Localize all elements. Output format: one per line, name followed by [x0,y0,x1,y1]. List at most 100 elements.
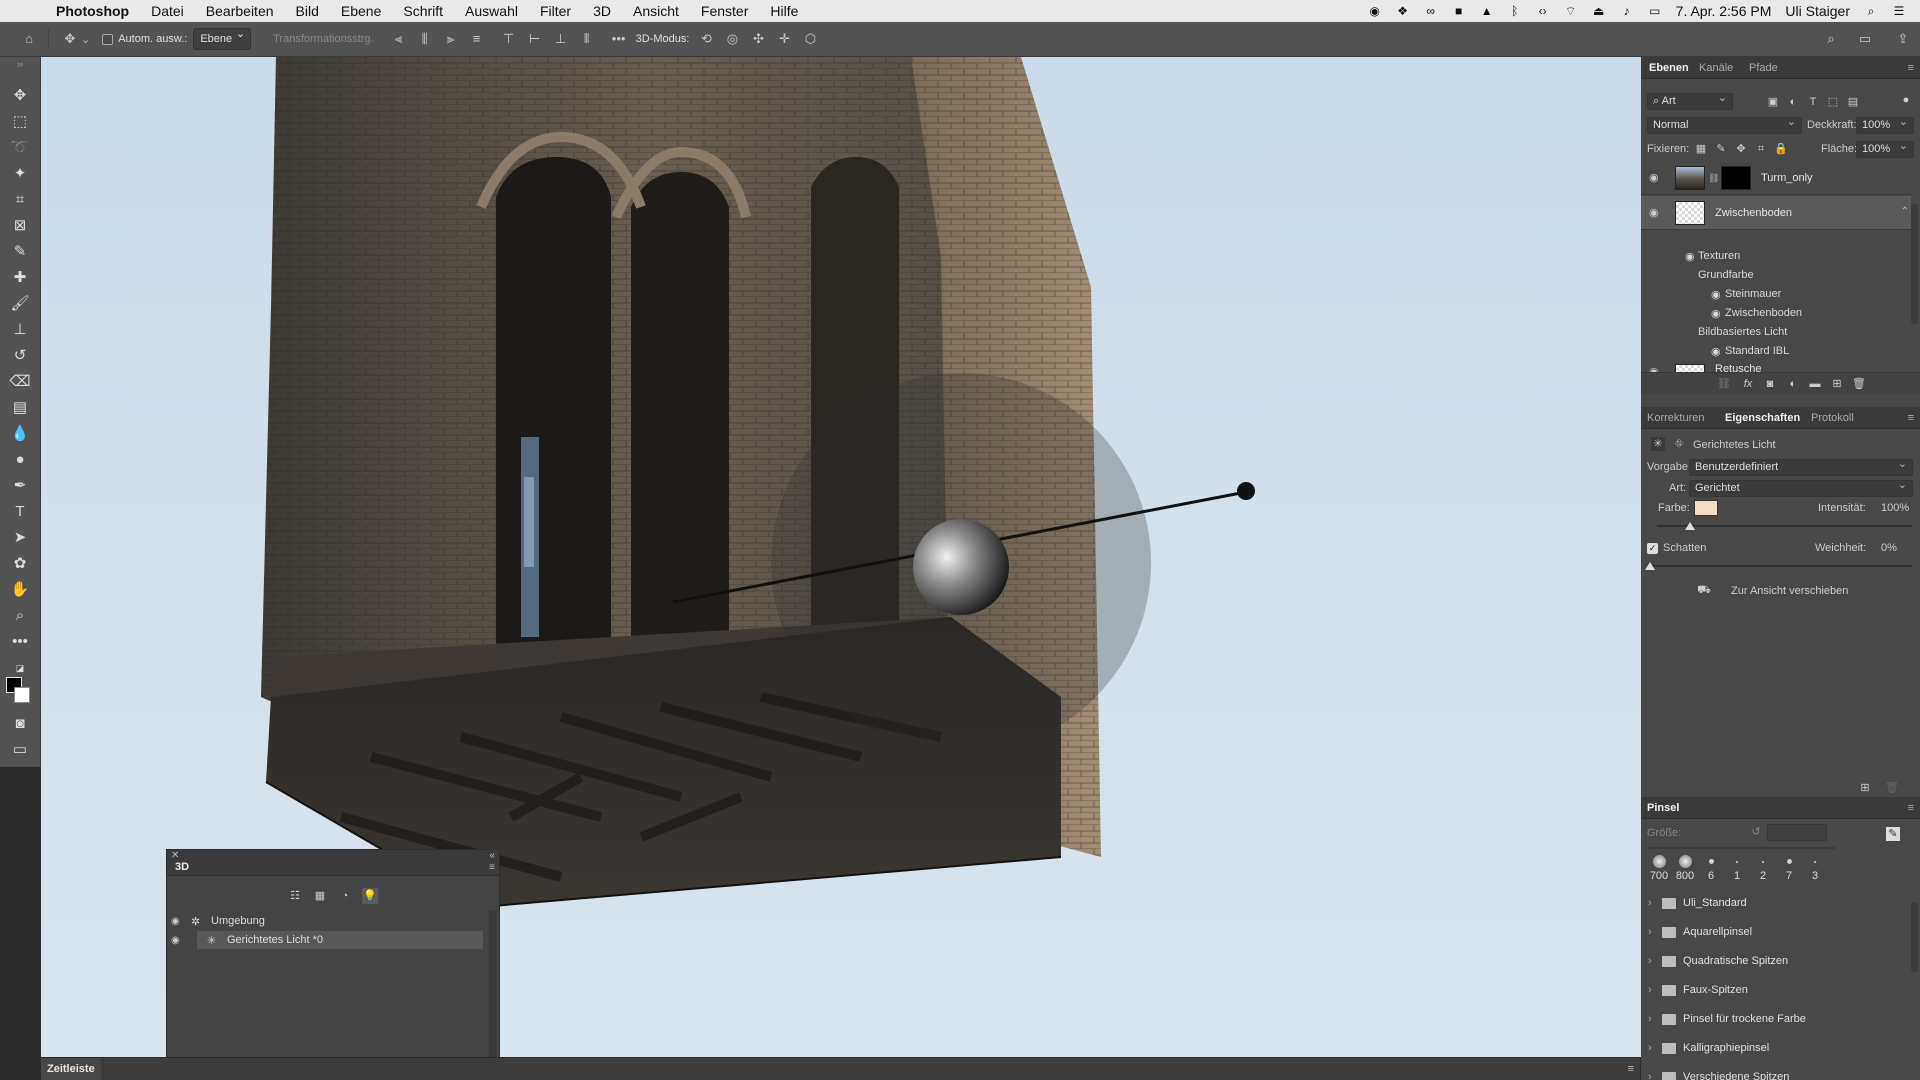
filter-pixel-icon[interactable]: ▣ [1766,95,1780,109]
distribute-icon[interactable]: ≡ [468,30,486,48]
chevron-right-icon[interactable]: › [1648,984,1652,996]
zoom-tool-icon[interactable]: ⌕ [8,605,32,627]
3d-item-environment[interactable]: ◉ ✲ Umgebung [167,912,485,930]
dodge-tool-icon[interactable]: ● [8,449,32,471]
brush-folder[interactable]: › Quadratische Spitzen [1641,951,1911,973]
visibility-eye-icon[interactable]: ◉ [1711,307,1721,320]
marquee-tool-icon[interactable]: ⬚ [8,111,32,133]
intensity-slider-track[interactable] [1657,525,1912,527]
type-dropdown[interactable]: Gerichtet [1689,478,1913,497]
wifi-icon[interactable]: ⌔ [1564,4,1578,18]
layer-row[interactable]: ◉ ⛓ Turm_only [1641,161,1911,195]
app-badge-icon[interactable]: ■ [1452,4,1466,18]
auto-select-dropdown[interactable]: Ebene [193,27,252,50]
panel-menu-icon[interactable]: ≡ [1908,62,1914,74]
lock-position-icon[interactable]: ✥ [1734,142,1748,156]
gradient-tool-icon[interactable]: ▤ [8,397,32,419]
filter-adjustment-icon[interactable]: ◐ [1786,95,1800,109]
tab-paths[interactable]: Pfade [1749,62,1778,74]
chevron-right-icon[interactable]: › [1648,897,1652,909]
pen-tool-icon[interactable]: ✒ [8,475,32,497]
new-group-icon[interactable]: ▬ [1808,377,1822,391]
move-tool-icon[interactable]: ✥ [8,85,32,107]
workspace-icon[interactable]: ▭ [1856,30,1874,48]
brush-preset[interactable]: 1 [1725,855,1749,882]
sublayer-textures[interactable]: Texturen [1698,250,1740,262]
3d-item-directional-light[interactable]: ◉ ✳ Gerichtetes Licht *0 [167,931,483,949]
3d-orbit-icon[interactable]: ⟲ [697,30,715,48]
add-mask-icon[interactable]: ◙ [1763,377,1777,391]
3d-pan-icon[interactable]: ✣ [749,30,767,48]
magic-wand-icon[interactable]: ✦ [8,163,32,185]
auto-select-checkbox[interactable]: Autom. ausw.: [102,28,187,50]
menu-window[interactable]: Fenster [701,3,748,19]
menu-file[interactable]: Datei [151,3,184,19]
lock-artboard-icon[interactable]: ⌗ [1754,142,1768,156]
default-colors-icon[interactable]: ◪ [8,657,32,679]
align-left-icon[interactable]: ⫷ [390,30,408,48]
brush-size-field[interactable] [1767,824,1827,841]
menu-datetime[interactable]: 7. Apr. 2:56 PM [1676,3,1772,19]
menu-filter[interactable]: Filter [540,3,571,19]
chevron-right-icon[interactable]: › [1648,926,1652,938]
3d-panel-title[interactable]: 3D [175,861,189,873]
brush-folder[interactable]: › Kalligraphiepinsel [1641,1038,1911,1060]
menu-app-name[interactable]: Photoshop [56,3,129,19]
coordinates-icon[interactable]: ⛗ [1672,437,1686,451]
tab-brushes[interactable]: Pinsel [1647,802,1679,814]
blend-mode-dropdown[interactable]: Normal [1647,115,1802,134]
collapse-icon[interactable]: ›› [8,53,32,75]
code-icon[interactable]: ‹› [1536,4,1550,18]
dropbox-icon[interactable]: ❖ [1396,4,1410,18]
bluetooth-icon[interactable]: ᛒ [1508,4,1522,18]
adjustment-layer-icon[interactable]: ◐ [1786,377,1800,391]
3d-roll-icon[interactable]: ◎ [723,30,741,48]
intensity-value[interactable]: 100% [1881,502,1909,514]
delete-light-icon[interactable]: 🗑 [1885,781,1899,795]
filter-type-icon[interactable]: T [1806,95,1820,109]
sublayer-base-color[interactable]: Grundfarbe [1698,269,1754,281]
panel-menu-icon[interactable]: ≡ [1628,1063,1634,1075]
home-icon[interactable]: ⌂ [20,30,38,48]
layer-mask-thumbnail[interactable] [1721,166,1751,190]
close-icon[interactable]: ✕ [171,850,179,861]
visibility-eye-icon[interactable]: ◉ [171,916,185,927]
whole-scene-icon[interactable]: ☷ [287,888,303,904]
quick-mask-icon[interactable]: ◙ [8,713,32,735]
distribute-vertical-icon[interactable]: ⫴ [578,30,596,48]
brush-preset[interactable]: 2 [1751,855,1775,882]
align-middle-icon[interactable]: ⊢ [526,30,544,48]
type-tool-icon[interactable]: T [8,501,32,523]
brush-folder[interactable]: › Aquarellpinsel [1641,922,1911,944]
timeline-tab[interactable]: Zeitleiste [41,1058,101,1080]
link-layers-icon[interactable]: ⛓ [1717,377,1731,391]
intensity-slider-handle[interactable] [1685,522,1695,530]
panel-menu-icon[interactable]: ≡ [489,862,495,873]
checkbox-box[interactable] [102,33,114,45]
softness-value[interactable]: 0% [1881,542,1897,554]
brush-folder[interactable]: › Pinsel für trockene Farbe [1641,1009,1911,1031]
lasso-tool-icon[interactable]: ➰ [8,137,32,159]
visibility-eye-icon[interactable]: ◉ [1649,206,1659,219]
menu-help[interactable]: Hilfe [770,3,798,19]
brush-folder[interactable]: › Faux-Spitzen [1641,980,1911,1002]
brush-size-slider[interactable] [1649,847,1835,849]
reset-icon[interactable]: ↺ [1749,825,1763,839]
brush-folder[interactable]: › Verschiedene Spitzen [1641,1067,1911,1080]
3d-slide-icon[interactable]: ✛ [775,30,793,48]
clone-stamp-icon[interactable]: ⊥ [8,319,32,341]
opacity-field[interactable]: 100% [1856,115,1914,134]
light-properties-icon[interactable]: ✳ [1651,437,1665,451]
menu-select[interactable]: Auswahl [465,3,518,19]
screen-mode-icon[interactable]: ▭ [8,739,32,761]
new-light-icon[interactable]: ⊞ [1858,781,1872,795]
sublayer-texture-item[interactable]: Steinmauer [1725,288,1781,300]
tab-history[interactable]: Protokoll [1811,412,1854,424]
search-icon[interactable]: ⌕ [1822,30,1840,48]
more-options-icon[interactable]: ••• [610,30,628,48]
align-top-icon[interactable]: ⊤ [500,30,518,48]
notification-center-icon[interactable]: ☰ [1892,4,1906,18]
move-to-view-icon[interactable]: ⛟ [1697,583,1711,597]
chevron-right-icon[interactable]: › [1648,955,1652,967]
move-to-view-button[interactable]: Zur Ansicht verschieben [1731,585,1848,597]
